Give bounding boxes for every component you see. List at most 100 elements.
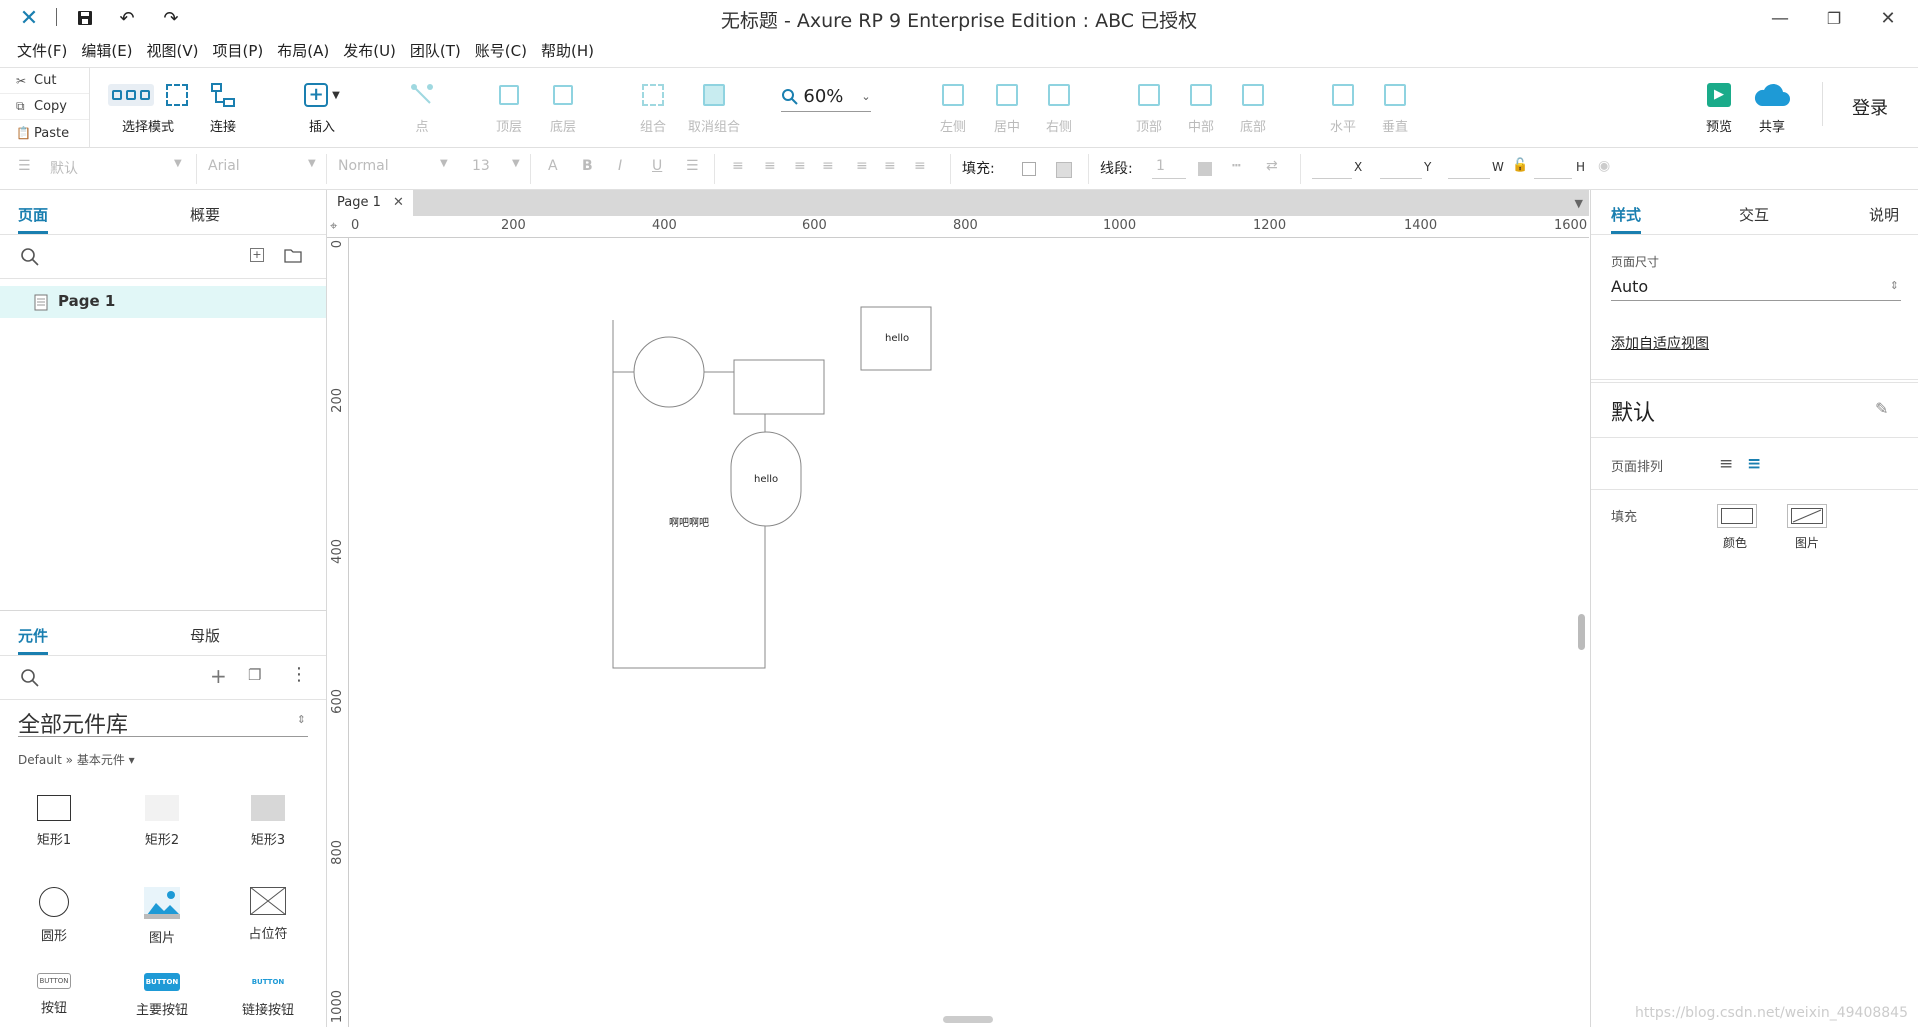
stroke-style-icon[interactable]: ┅ [1232,158,1240,174]
close-icon[interactable]: ✕ [1868,4,1908,32]
widgets-search-icon[interactable] [20,668,40,688]
circle-shape[interactable] [633,336,705,408]
add-folder-icon[interactable] [284,247,302,263]
vertical-scrollbar[interactable] [1578,614,1585,650]
more-options-icon[interactable]: ⋮ [290,664,308,685]
close-tab-icon[interactable]: ✕ [393,195,404,210]
horizontal-scrollbar[interactable] [943,1016,993,1023]
library-select[interactable]: 全部元件库 ⇕ [18,707,308,738]
tab-style[interactable]: 样式 [1611,204,1642,234]
bottom-layer-button[interactable]: 底层 [548,78,578,144]
stroke-width-input[interactable]: 1 [1156,158,1165,174]
widget-link-button[interactable]: BUTTON 链接按钮 [218,973,318,1027]
align-top-button[interactable]: 顶部 [1134,78,1164,144]
align-page-left-icon[interactable]: ≡ [1719,454,1733,474]
align-text-center-icon[interactable]: ≡ [764,158,776,174]
fill-image-button[interactable] [1787,504,1827,528]
w-input[interactable] [1448,178,1490,179]
align-text-right-icon[interactable]: ≡ [794,158,806,174]
valign-bottom-icon[interactable]: ≡ [914,158,926,174]
menu-help[interactable]: 帮助(H) [534,36,601,67]
paste-button[interactable]: 📋 Paste [0,120,89,146]
visibility-eye-icon[interactable]: ◉ [1598,158,1610,174]
menu-layout[interactable]: 布局(A) [270,36,336,67]
bullet-list-icon[interactable]: ☰ [686,158,699,174]
style-select[interactable]: 默认 [50,158,78,178]
widget-circle[interactable]: 圆形 [4,887,104,977]
tab-outline[interactable]: 概要 [190,204,220,225]
valign-middle-icon[interactable]: ≡ [884,158,896,174]
shadow-icon[interactable] [1056,162,1072,178]
menu-account[interactable]: 账号(C) [468,36,534,67]
rectangle-shape[interactable] [733,359,825,415]
align-bottom-button[interactable]: 底部 [1238,78,1268,144]
underline-icon[interactable]: U [652,158,662,174]
top-layer-button[interactable]: 顶层 [494,78,524,144]
tab-interactions[interactable]: 交互 [1739,204,1769,225]
font-color-icon[interactable]: A [548,158,558,174]
tab-widgets[interactable]: 元件 [18,625,49,655]
menu-publish[interactable]: 发布(U) [336,36,403,67]
h-input[interactable] [1534,178,1572,179]
stroke-color-swatch[interactable] [1198,162,1212,176]
tab-notes[interactable]: 说明 [1869,204,1899,225]
share-button[interactable]: 共享 [1752,78,1792,144]
align-right-button[interactable]: 右侧 [1044,78,1074,144]
library-breadcrumb[interactable]: Default » 基本元件 ▾ [18,751,135,768]
menu-project[interactable]: 项目(P) [206,36,271,67]
login-button[interactable]: 登录 [1852,94,1888,120]
lock-ratio-icon[interactable]: 🔓 [1512,158,1528,173]
add-page-icon[interactable]: + [250,248,264,262]
cut-button[interactable]: ✂ Cut [0,68,89,94]
add-library-icon[interactable]: + [210,664,227,688]
x-input[interactable] [1312,178,1352,179]
ruler-origin-icon[interactable]: ⌖ [330,219,337,234]
point-button[interactable]: 点 [408,78,436,144]
menu-view[interactable]: 视图(V) [140,36,206,67]
insert-button[interactable]: + ▼ 插入 [302,78,342,144]
widget-image[interactable]: 图片 [112,887,212,977]
ungroup-button[interactable]: 取消组合 [686,78,742,144]
add-adaptive-view-link[interactable]: 添加自适应视图 [1611,333,1709,353]
page-size-select[interactable]: Auto ⇕ [1611,273,1901,301]
design-canvas[interactable]: hello hello 啊吧啊吧 [349,238,1589,1027]
tabs-dropdown-icon[interactable]: ▼ [1575,197,1583,210]
widget-rectangle1[interactable]: 矩形1 [4,795,104,885]
menu-edit[interactable]: 编辑(E) [74,36,139,67]
menu-file[interactable]: 文件(F) [10,36,74,67]
align-middle-button[interactable]: 中部 [1186,78,1216,144]
widget-rectangle3[interactable]: 矩形3 [218,795,318,885]
search-icon[interactable] [20,247,40,267]
library-manage-icon[interactable]: ❐ [248,666,261,684]
align-center-button[interactable]: 居中 [992,78,1022,144]
font-size-select[interactable]: 13 [472,158,490,174]
font-weight-select[interactable]: Normal [338,158,389,174]
fill-color-button[interactable] [1717,504,1757,528]
group-button[interactable]: 组合 [638,78,668,144]
copy-button[interactable]: ⧉ Copy [0,94,89,120]
widget-primary-button[interactable]: BUTTON 主要按钮 [112,973,212,1027]
restore-icon[interactable]: ❐ [1814,4,1854,32]
align-text-left-icon[interactable]: ≡ [732,158,744,174]
align-page-center-icon[interactable]: ≡ [1747,454,1761,474]
bold-icon[interactable]: B [582,158,593,174]
y-input[interactable] [1380,178,1422,179]
distribute-horizontal-button[interactable]: 水平 [1328,78,1358,144]
fill-color-swatch[interactable] [1022,162,1036,176]
align-text-justify-icon[interactable]: ≡ [822,158,834,174]
widget-rectangle2[interactable]: 矩形2 [112,795,212,885]
edit-style-icon[interactable]: ✎ [1875,399,1888,418]
preview-button[interactable]: ▶ 预览 [1704,78,1734,144]
align-left-button[interactable]: 左侧 [938,78,968,144]
arrow-style-icon[interactable]: ⇄ [1266,158,1278,174]
menu-team[interactable]: 团队(T) [403,36,468,67]
connect-button[interactable]: 连接 [208,78,238,144]
zoom-control[interactable]: 60% ⌄ [781,86,871,152]
page-list-item[interactable]: Page 1 [0,286,326,318]
italic-icon[interactable]: I [618,158,622,174]
select-mode-button[interactable]: 选择模式 [106,78,190,144]
tab-masters[interactable]: 母版 [190,625,220,646]
widget-placeholder[interactable]: 占位符 [218,887,318,977]
widget-button[interactable]: BUTTON 按钮 [4,973,104,1027]
font-select[interactable]: Arial [208,158,240,174]
